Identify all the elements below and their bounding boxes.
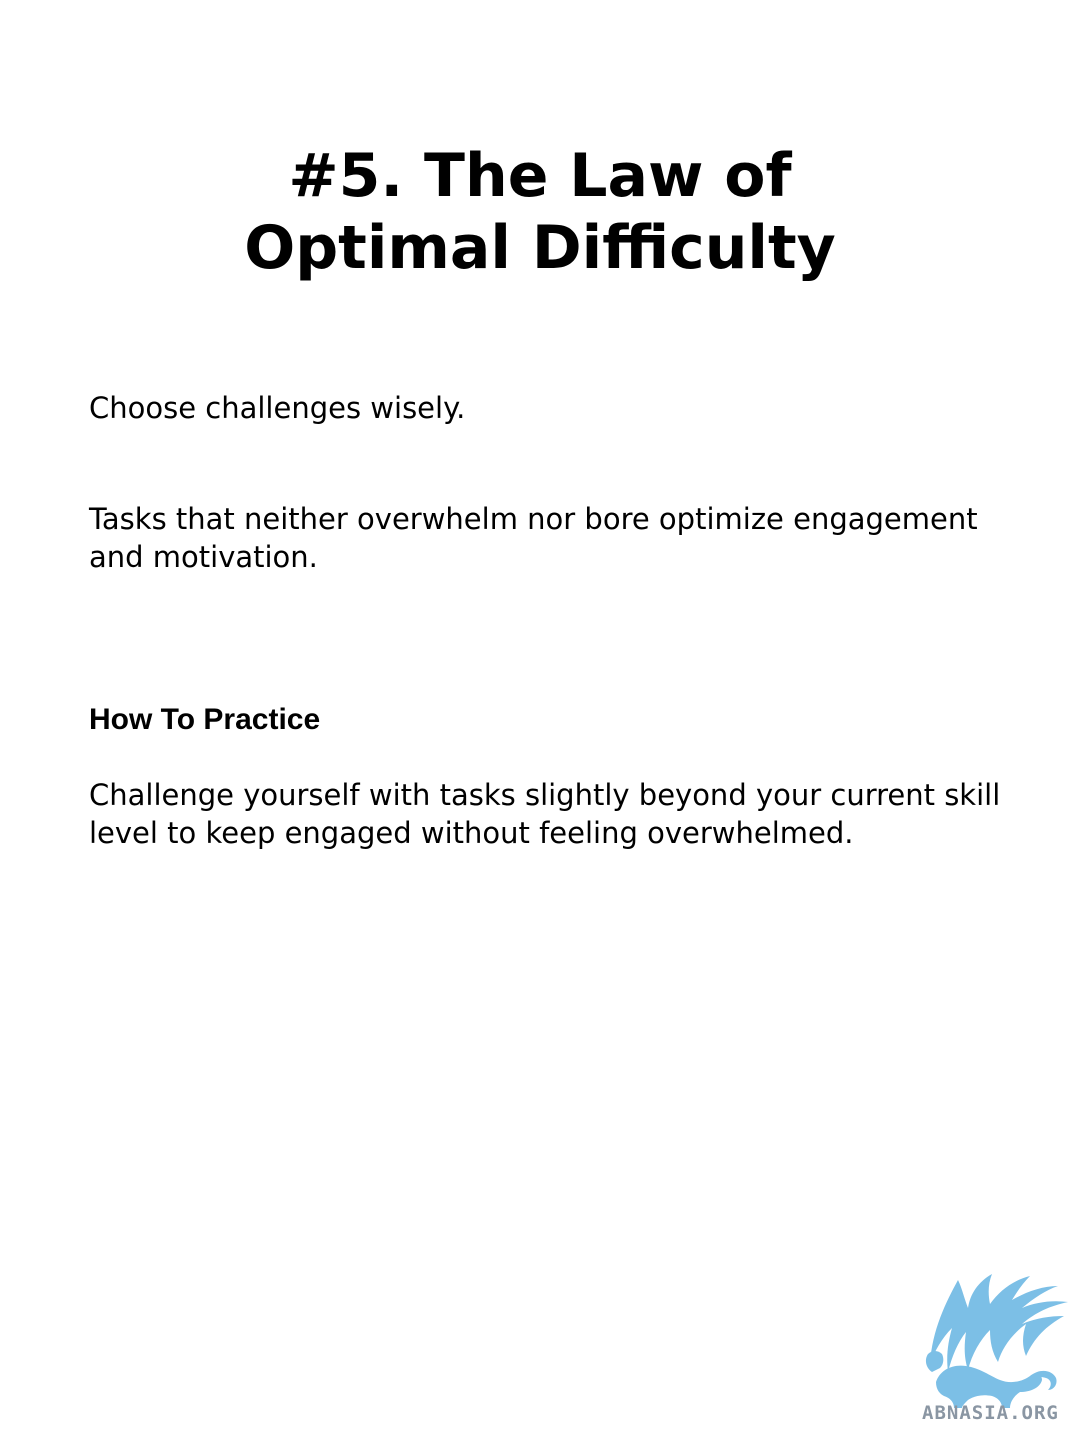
title-line-2: Optimal Difficulty	[244, 213, 836, 283]
slide: #5. The Law of Optimal Difficulty Choose…	[0, 0, 1080, 1440]
practice-heading: How To Practice	[89, 703, 321, 736]
practice-text: Challenge yourself with tasks slightly b…	[89, 778, 1001, 850]
description-text: Tasks that neither overwhelm nor bore op…	[89, 502, 978, 574]
logo-text: ABNASIA.ORG	[922, 1402, 1059, 1424]
page-title: #5. The Law of Optimal Difficulty	[0, 140, 1080, 284]
title-line-1: #5. The Law of	[288, 141, 792, 211]
griffin-logo-icon	[925, 1274, 1068, 1408]
intro-text: Choose challenges wisely.	[89, 391, 466, 425]
